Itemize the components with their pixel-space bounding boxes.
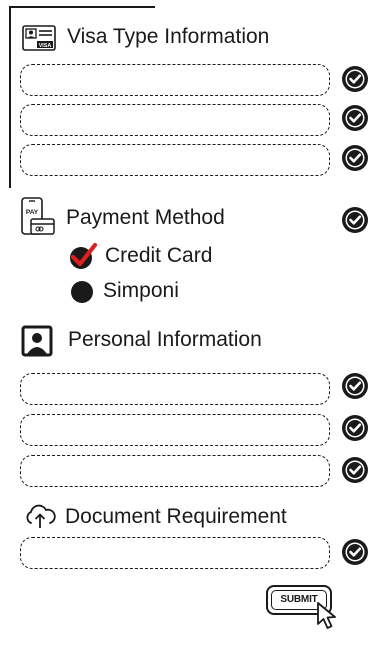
visa-card-icon: VISA bbox=[22, 25, 56, 56]
submit-button[interactable]: SUBMIT bbox=[266, 585, 344, 631]
simponi-label: Simponi bbox=[103, 279, 179, 302]
user-id-icon bbox=[21, 325, 53, 362]
visa-field-2[interactable] bbox=[20, 104, 330, 136]
check-circle-icon bbox=[342, 457, 368, 483]
payment-method-title: Payment Method bbox=[66, 206, 225, 229]
visa-field-1[interactable] bbox=[20, 64, 330, 96]
check-circle-icon bbox=[342, 66, 368, 92]
payment-option-credit-card[interactable]: Credit Card bbox=[67, 241, 212, 271]
corner-bracket-horizontal bbox=[9, 6, 155, 8]
credit-card-label: Credit Card bbox=[105, 244, 213, 267]
radio-dot-icon bbox=[69, 278, 95, 304]
corner-bracket-vertical bbox=[9, 6, 11, 188]
check-circle-icon bbox=[342, 105, 368, 131]
svg-text:VISA: VISA bbox=[39, 43, 52, 49]
personal-field-3[interactable] bbox=[20, 455, 330, 487]
visa-type-title: Visa Type Information bbox=[67, 25, 270, 48]
visa-application-form: VISA Visa Type Information PAY Payment M… bbox=[0, 0, 385, 646]
pay-phone-icon: PAY bbox=[20, 197, 56, 244]
check-circle-icon bbox=[342, 415, 368, 441]
check-circle-icon bbox=[342, 207, 368, 233]
visa-field-3[interactable] bbox=[20, 144, 330, 176]
payment-option-simponi[interactable]: Simponi bbox=[69, 278, 179, 304]
cursor-icon bbox=[315, 601, 341, 636]
personal-info-title: Personal Information bbox=[68, 328, 262, 351]
check-circle-icon bbox=[342, 373, 368, 399]
document-field-1[interactable] bbox=[20, 537, 330, 569]
svg-text:PAY: PAY bbox=[26, 209, 39, 216]
personal-field-1[interactable] bbox=[20, 373, 330, 405]
check-circle-icon bbox=[342, 539, 368, 565]
document-requirement-title: Document Requirement bbox=[65, 505, 287, 528]
cloud-upload-icon bbox=[22, 503, 58, 534]
checked-radio-icon bbox=[67, 241, 98, 271]
personal-field-2[interactable] bbox=[20, 414, 330, 446]
check-circle-icon bbox=[342, 145, 368, 171]
